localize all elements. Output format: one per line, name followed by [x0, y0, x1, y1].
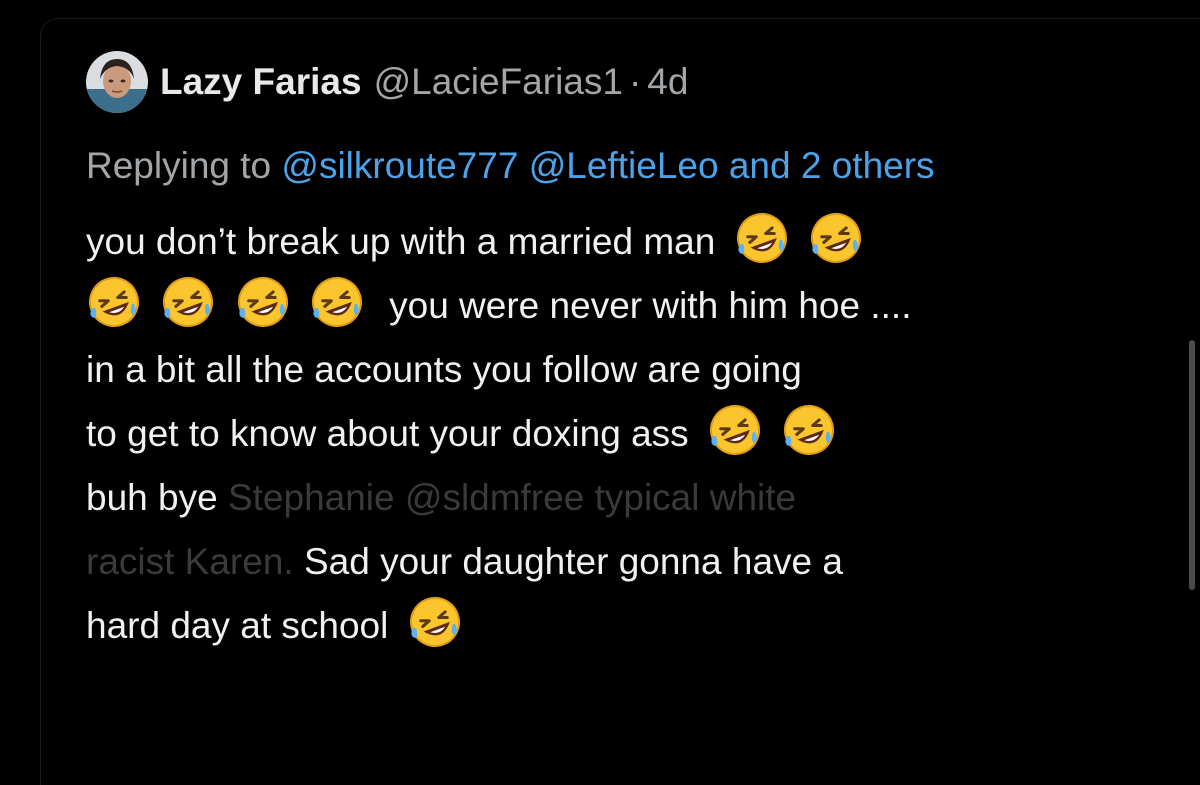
rolling-on-floor-laughing-icon [309, 274, 365, 330]
replying-to-label: Replying to [86, 145, 272, 186]
body-line-4: to get to know about your doxing ass [86, 413, 689, 454]
body-line-6-faded: racist Karen. [86, 541, 294, 582]
rolling-on-floor-laughing-icon [86, 274, 142, 330]
rolling-on-floor-laughing-icon [160, 274, 216, 330]
rolling-on-floor-laughing-icon [235, 274, 291, 330]
body-line-1: you don’t break up with a married man [86, 221, 716, 262]
tweet-header: Lazy Farias @LacieFarias1 · 4d [86, 46, 1146, 118]
body-line-2: you were never with him hoe .... [389, 285, 912, 326]
rolling-on-floor-laughing-icon [781, 402, 837, 458]
avatar[interactable] [86, 51, 148, 113]
body-line-5-faded: Stephanie @sldmfree typical white [227, 477, 797, 518]
body-line-6-visible: Sad your daughter gonna have a [293, 541, 843, 582]
separator-dot: · [628, 61, 642, 102]
rolling-on-floor-laughing-icon [707, 402, 763, 458]
others-link[interactable]: and 2 others [729, 145, 935, 186]
rolling-on-floor-laughing-icon [734, 210, 790, 266]
rolling-on-floor-laughing-icon [808, 210, 864, 266]
screenshot-frame: Lazy Farias @LacieFarias1 · 4d Replying … [0, 0, 1200, 785]
body-line-3: in a bit all the accounts you follow are… [86, 349, 802, 390]
display-name[interactable]: Lazy Farias [160, 61, 362, 103]
body-line-5-visible: buh bye [86, 477, 228, 518]
body-line-7: hard day at school [86, 605, 389, 646]
scrollbar[interactable] [1189, 340, 1195, 590]
mention-silkroute777[interactable]: @silkroute777 [281, 145, 518, 186]
user-handle[interactable]: @LacieFarias1 [374, 61, 623, 103]
mention-leftieleo[interactable]: @LeftieLeo [529, 145, 719, 186]
rolling-on-floor-laughing-icon [407, 594, 463, 650]
tweet[interactable]: Lazy Farias @LacieFarias1 · 4d Replying … [86, 46, 1146, 658]
replying-to-line: Replying to @silkroute777 @LeftieLeo and… [86, 128, 1146, 204]
tweet-body: you don’t break up with a married man yo… [86, 210, 1146, 658]
timestamp[interactable]: 4d [647, 61, 688, 103]
